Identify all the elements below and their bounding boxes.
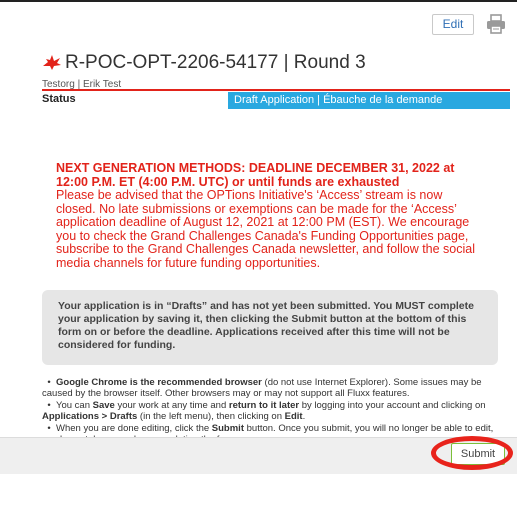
instruction-item: • You can Save your work at any time and …	[42, 400, 502, 422]
instructions-list: • Google Chrome is the recommended browse…	[42, 377, 502, 437]
deadline-heading: NEXT GENERATION METHODS: DEADLINE DECEMB…	[56, 161, 455, 189]
top-border	[0, 0, 517, 2]
instruction-text: by logging into your account and clickin…	[299, 400, 486, 411]
instruction-text: You can	[56, 400, 93, 411]
red-maple-leaf-icon	[43, 55, 61, 70]
instruction-text: .	[302, 411, 306, 422]
instruction-text: (in the left menu), then clicking on	[137, 411, 285, 422]
instruction-text: Google Chrome is the recommended browser	[56, 377, 262, 388]
printer-icon[interactable]	[485, 13, 507, 35]
status-label: Status	[42, 93, 76, 105]
bullet-icon: •	[47, 377, 51, 388]
instruction-text: return to it later	[228, 400, 300, 411]
instruction-text: your work at any time and	[114, 400, 229, 411]
draft-warning-text: Your application is in “Drafts” and has …	[58, 300, 474, 351]
instruction-text: When you are done editing, click the	[56, 423, 212, 434]
draft-warning-box: Your application is in “Drafts” and has …	[42, 290, 498, 365]
instruction-text: Edit	[284, 411, 303, 422]
status-badge: Draft Application | Ébauche de la demand…	[228, 92, 510, 109]
application-title-row: R-POC-OPT-2206-54177 | Round 3	[42, 51, 366, 75]
bullet-icon: •	[47, 423, 51, 434]
instruction-text: Submit	[211, 423, 244, 434]
instruction-item: • When you are done editing, click the Su…	[42, 423, 502, 437]
edit-button[interactable]: Edit	[432, 14, 474, 35]
bullet-icon: •	[47, 400, 51, 411]
submit-highlight-ring	[431, 436, 513, 470]
title-divider	[42, 89, 510, 91]
page-title: R-POC-OPT-2206-54177 | Round 3	[65, 52, 366, 73]
deadline-notice: NEXT GENERATION METHODS: DEADLINE DECEMB…	[56, 161, 484, 270]
instruction-item: • Google Chrome is the recommended browse…	[42, 377, 502, 399]
deadline-body: Please be advised that the OPTions Initi…	[56, 188, 476, 270]
instruction-text: Applications > Drafts	[42, 411, 138, 422]
instruction-text: Save	[92, 400, 115, 411]
